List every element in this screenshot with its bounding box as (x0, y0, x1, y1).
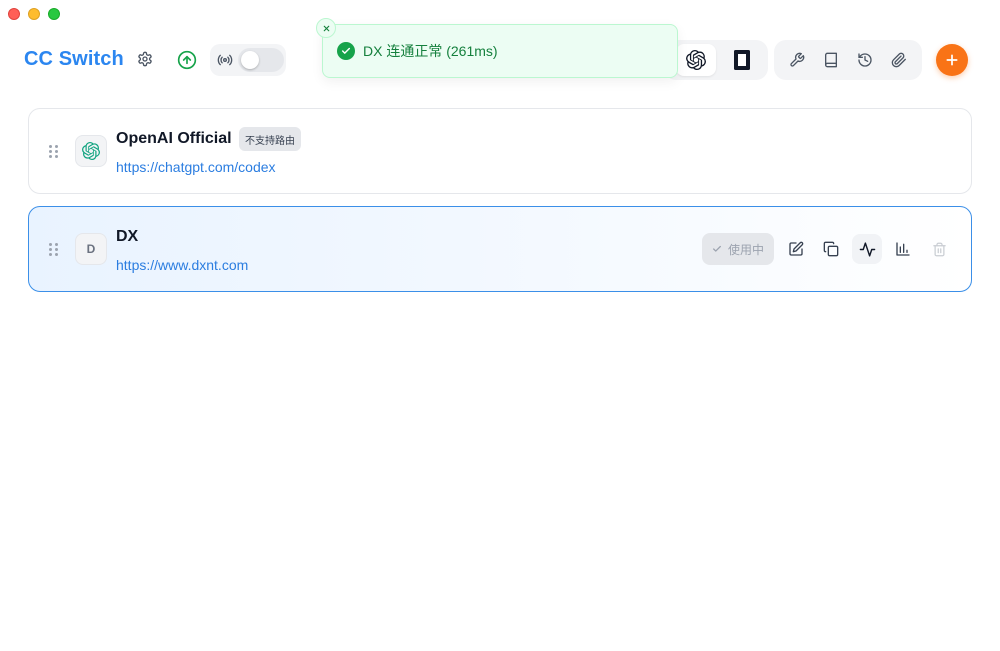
minimize-window-button[interactable] (28, 8, 40, 20)
delete-button[interactable] (924, 234, 954, 264)
provider-url-link[interactable]: https://www.dxnt.com (116, 257, 248, 273)
book-icon (825, 52, 837, 68)
tool-button-settings[interactable] (783, 46, 811, 74)
test-connection-button[interactable] (852, 234, 882, 264)
drag-handle-icon[interactable] (49, 145, 59, 159)
trash-icon (932, 242, 946, 256)
tool-button-history[interactable] (851, 46, 879, 74)
broadcast-icon (216, 51, 234, 69)
drag-handle-icon[interactable] (49, 243, 59, 257)
app-tab-codex[interactable] (676, 44, 716, 76)
terminal-icon (734, 50, 750, 70)
openai-icon (686, 50, 706, 70)
app-tab-terminal[interactable] (722, 44, 762, 76)
edit-button[interactable] (781, 234, 811, 264)
close-window-button[interactable] (8, 8, 20, 20)
provider-initial: D (86, 242, 96, 256)
routing-badge: 不支持路由 (239, 127, 301, 151)
check-circle-icon (337, 42, 355, 60)
window-controls (8, 8, 60, 20)
tool-button-docs[interactable] (817, 46, 845, 74)
provider-icon: D (75, 233, 107, 265)
proxy-control (210, 44, 286, 76)
provider-name: DX (116, 228, 139, 245)
toast-notification: DX 连通正常 (261ms) (316, 18, 678, 78)
zoom-window-button[interactable] (48, 8, 60, 20)
usage-stats-button[interactable] (888, 234, 918, 264)
app-window: CC Switch DX 连通正常 (261ms) OpenAI Officia… (0, 0, 1000, 651)
activity-icon (859, 241, 875, 257)
add-provider-button[interactable] (936, 44, 968, 76)
app-title: CC Switch (24, 48, 124, 70)
toast-close-button[interactable] (316, 18, 336, 38)
in-use-button[interactable]: 使用中 (702, 233, 774, 265)
copy-icon (823, 241, 839, 257)
wrench-icon (790, 52, 805, 67)
check-icon (713, 245, 721, 252)
provider-url-link[interactable]: https://chatgpt.com/codex (116, 159, 276, 175)
bar-chart-icon (896, 242, 910, 256)
gear-icon (138, 51, 152, 67)
plus-icon (946, 54, 958, 66)
provider-icon (75, 135, 107, 167)
duplicate-button[interactable] (816, 234, 846, 264)
history-icon (858, 53, 872, 67)
edit-icon (789, 241, 804, 256)
close-icon (323, 25, 329, 31)
arrow-up-circle-icon (177, 50, 197, 70)
toast-message: DX 连通正常 (261ms) (363, 43, 498, 59)
paperclip-icon (891, 52, 906, 68)
update-button[interactable] (176, 49, 198, 71)
settings-button[interactable] (134, 48, 156, 70)
toolbar (774, 40, 922, 80)
provider-card-active[interactable]: D DX https://www.dxnt.com 使用中 (28, 206, 972, 292)
provider-name: OpenAI Official (116, 130, 232, 147)
in-use-label: 使用中 (727, 242, 764, 257)
proxy-toggle[interactable] (238, 48, 284, 72)
tool-button-attachments[interactable] (885, 46, 913, 74)
openai-icon (82, 142, 100, 160)
app-switcher (664, 40, 768, 80)
provider-card[interactable]: OpenAI Official 不支持路由 https://chatgpt.co… (28, 108, 972, 194)
toggle-knob (241, 51, 259, 69)
